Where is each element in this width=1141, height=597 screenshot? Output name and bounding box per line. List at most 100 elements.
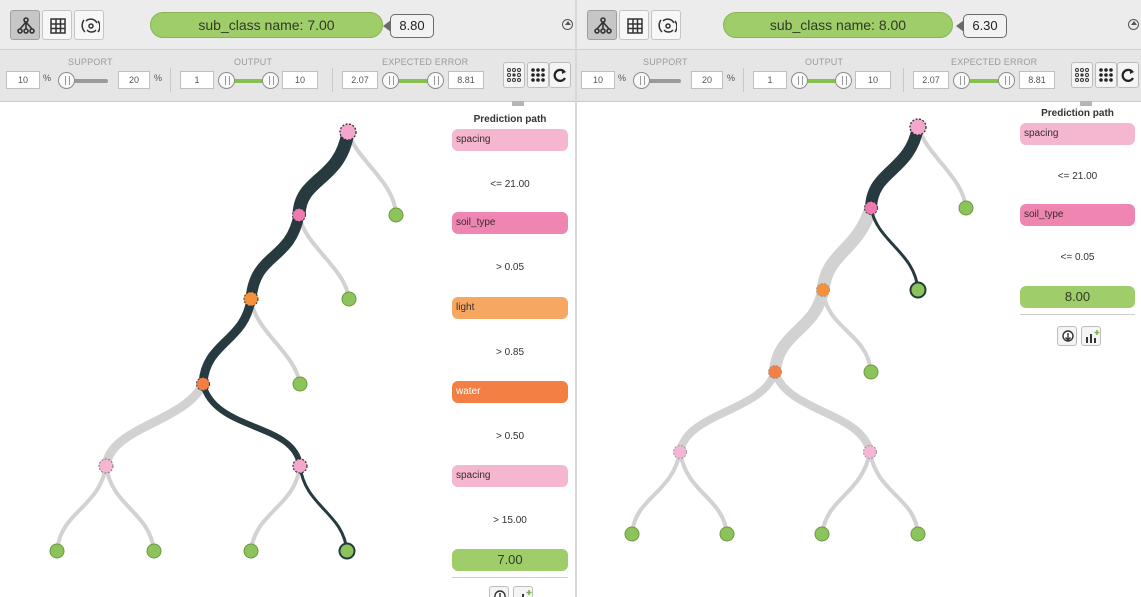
output-slider-min-handle[interactable] [791, 72, 808, 89]
tree-node-light[interactable] [243, 291, 259, 307]
tree-leaf[interactable] [49, 543, 65, 559]
collapse-icon[interactable] [1128, 19, 1139, 30]
path-condition: > 0.50 [495, 431, 525, 442]
tree-leaf[interactable] [910, 526, 926, 542]
expected-error-min-input[interactable]: 2.07 [342, 71, 378, 89]
tree-leaf-selected[interactable] [338, 542, 356, 560]
expected-error-slider-min-handle[interactable] [953, 72, 970, 89]
panel-tab-handle[interactable] [1080, 101, 1092, 106]
prediction-path-branch [200, 381, 303, 469]
tree-branch [916, 125, 968, 210]
expected-error-label: EXPECTED ERROR [382, 57, 469, 67]
support-slider-handle[interactable] [58, 72, 75, 89]
filter-bar: SUPPORT 10 % 20 % OUTPUT 1 10 EXPECTED E… [577, 50, 1141, 102]
expected-error-max-input[interactable]: 8.81 [1019, 71, 1055, 89]
refresh-button[interactable] [549, 62, 571, 88]
tree-view-icon [17, 17, 35, 34]
tree-node[interactable] [98, 458, 114, 474]
expected-error-min-input[interactable]: 2.07 [913, 71, 949, 89]
decision-tree-canvas [624, 118, 974, 542]
dots-grid-icon [531, 68, 545, 82]
tree-view-button[interactable] [587, 10, 617, 40]
tree-leaf[interactable] [292, 376, 308, 392]
grid-view-button[interactable] [619, 10, 649, 40]
collapse-icon[interactable] [562, 19, 573, 30]
expected-error-slider-min-handle[interactable] [382, 72, 399, 89]
output-min-input[interactable]: 1 [180, 71, 214, 89]
tree-leaf-selected[interactable] [909, 281, 927, 299]
tree-leaf[interactable] [814, 526, 830, 542]
sunburst-view-button[interactable] [74, 10, 104, 40]
output-slider-min-handle[interactable] [218, 72, 235, 89]
grid-view-button[interactable] [42, 10, 72, 40]
expected-error-slider-max-handle[interactable] [998, 72, 1015, 89]
output-min-input[interactable]: 1 [753, 71, 787, 89]
tree-leaf[interactable] [863, 364, 879, 380]
output-max-input[interactable]: 10 [282, 71, 318, 89]
tree-node[interactable] [816, 283, 830, 297]
expected-error-slider-max-handle[interactable] [427, 72, 444, 89]
tree-node-spacing[interactable] [292, 458, 308, 474]
model-comparison-screen: sub_class name: 7.00 8.80 SUPPORT 10 % 2… [0, 0, 1141, 597]
tree-node-soil-type[interactable] [864, 201, 878, 215]
dots-expand-icon [507, 68, 521, 82]
tree-view-button[interactable] [10, 10, 40, 40]
expected-error-max-input[interactable]: 8.81 [448, 71, 484, 89]
support-slider-handle[interactable] [633, 72, 650, 89]
expand-all-button[interactable] [503, 62, 525, 88]
output-slider-max-handle[interactable] [262, 72, 279, 89]
right-model-panel: sub_class name: 8.00 6.30 SUPPORT 10 % 2… [577, 0, 1141, 597]
tree-branch [55, 464, 108, 553]
prediction-path-branch [245, 209, 305, 305]
tree-leaf[interactable] [146, 543, 162, 559]
tree-leaf[interactable] [958, 200, 974, 216]
panel-tab-handle[interactable] [512, 101, 524, 106]
output-max-input[interactable]: 10 [855, 71, 891, 89]
support-min-input[interactable]: 10 [581, 71, 615, 89]
tree-branch [249, 297, 302, 386]
path-field-pill: spacing [452, 129, 568, 151]
support-min-unit: % [618, 73, 627, 83]
refresh-icon [1121, 68, 1134, 82]
expand-all-button[interactable] [1071, 62, 1093, 88]
tree-leaf[interactable] [243, 543, 259, 559]
support-min-input[interactable]: 10 [6, 71, 40, 89]
tree-node-water[interactable] [196, 377, 210, 391]
support-max-unit: % [727, 73, 736, 83]
tree-leaf[interactable] [719, 526, 735, 542]
tree-leaf[interactable] [624, 526, 640, 542]
tree-node-spacing[interactable] [909, 118, 927, 136]
tree-node-spacing[interactable] [339, 123, 357, 141]
tree-leaf[interactable] [388, 207, 404, 223]
tree-node-soil-type[interactable] [292, 208, 306, 222]
support-max-input[interactable]: 20 [691, 71, 723, 89]
tree-leaf[interactable] [341, 291, 357, 307]
support-max-input[interactable]: 20 [118, 71, 150, 89]
path-field-pill: soil_type [1020, 204, 1135, 226]
output-slider-max-handle[interactable] [835, 72, 852, 89]
support-label: SUPPORT [643, 57, 688, 67]
tree-branch [820, 450, 872, 536]
tree-node[interactable] [863, 445, 877, 459]
sunburst-view-button[interactable] [651, 10, 681, 40]
download-tree-button[interactable] [489, 586, 509, 597]
tree-branch [678, 450, 729, 536]
class-name-pill: sub_class name: 8.00 [723, 12, 953, 38]
tree-branch [821, 288, 873, 374]
add-chart-button[interactable] [1081, 326, 1101, 346]
tree-node[interactable] [673, 445, 687, 459]
add-chart-button[interactable] [513, 586, 533, 597]
tree-download-icon [494, 590, 506, 597]
refresh-button[interactable] [1117, 62, 1139, 88]
tree-node[interactable] [768, 365, 782, 379]
divider [452, 577, 568, 578]
chart-add-icon [522, 590, 532, 597]
dots-expand-icon [1075, 68, 1089, 82]
prediction-path-branch [865, 121, 924, 214]
grid-dots-button[interactable] [527, 62, 549, 88]
support-max-unit: % [154, 73, 163, 83]
grid-dots-button[interactable] [1095, 62, 1117, 88]
tree-branch [104, 464, 156, 553]
output-label: OUTPUT [805, 57, 844, 67]
download-tree-button[interactable] [1057, 326, 1077, 346]
